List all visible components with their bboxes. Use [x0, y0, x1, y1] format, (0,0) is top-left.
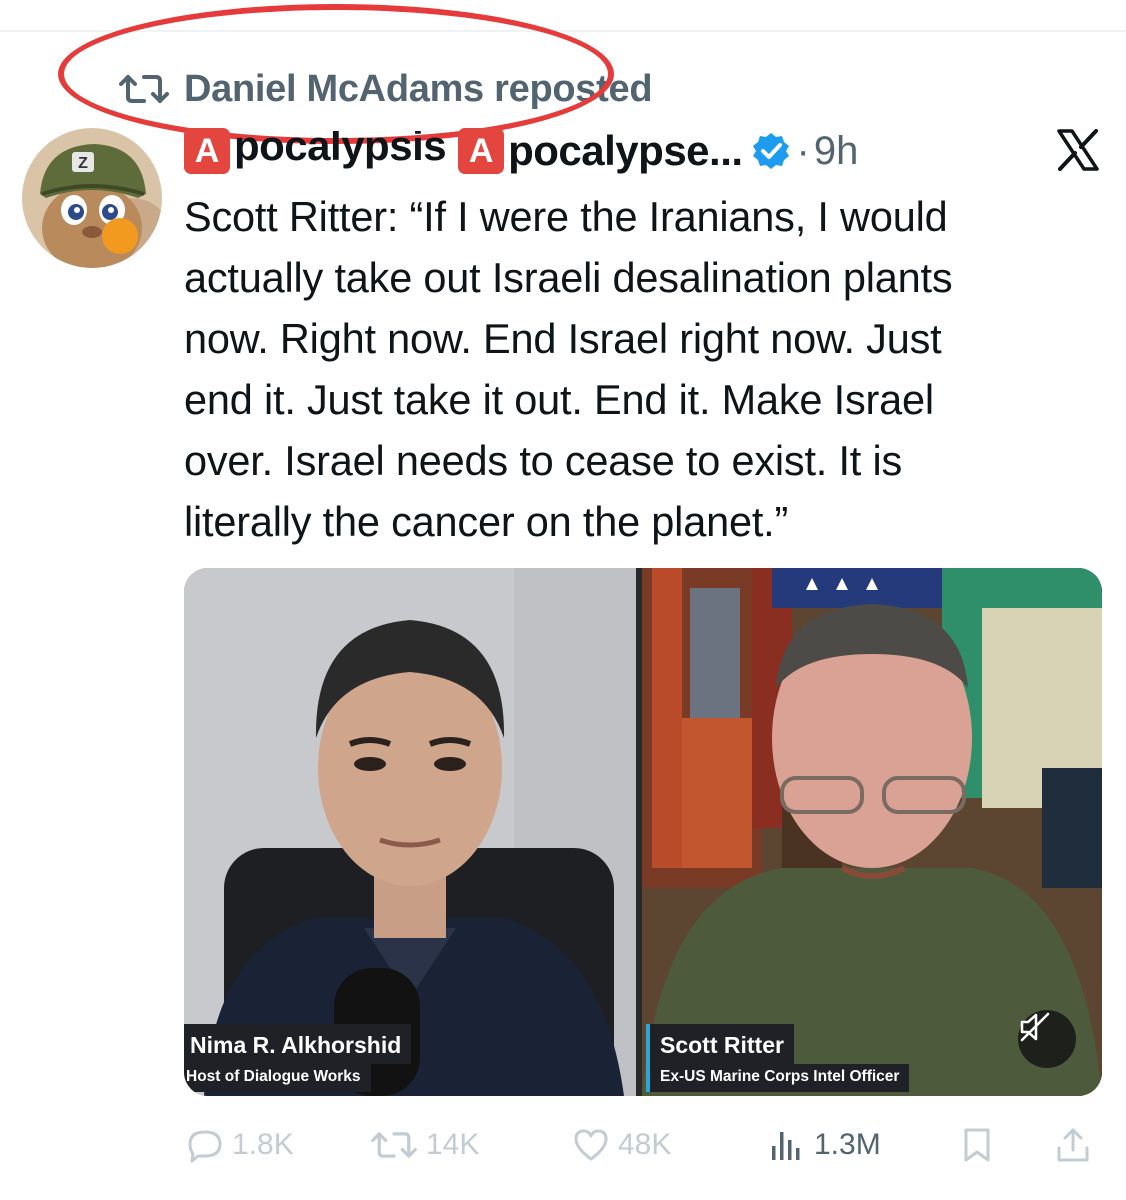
repost-count: 14K [426, 1128, 480, 1161]
mute-button[interactable] [1018, 1010, 1076, 1068]
view-count: 1.3M [814, 1128, 881, 1161]
x-logo-icon[interactable] [1056, 128, 1100, 172]
share-icon [1057, 1128, 1089, 1162]
views-icon [772, 1132, 800, 1160]
svg-text:Z: Z [78, 155, 88, 172]
host-video-frame [184, 568, 636, 1096]
emoji-a-icon: A [184, 128, 230, 174]
tweet-actions: 1.8K 14K 48K 1.3M [186, 1120, 1089, 1170]
views-button[interactable]: 1.3M [768, 1120, 881, 1170]
video-panel-guest: Scott Ritter Ex-US Marine Corps Intel Of… [642, 568, 1102, 1096]
display-name-part1[interactable]: pocalypsis [234, 131, 446, 171]
reply-button[interactable]: 1.8K [186, 1120, 294, 1170]
video-panel-host: Nima R. Alkhorshid Host of Dialogue Work… [184, 568, 636, 1096]
tweet-header: A pocalypsis A pocalypse... · 9h [184, 124, 1104, 178]
host-caption: Nima R. Alkhorshid Host of Dialogue Work… [184, 1024, 412, 1092]
reply-icon [188, 1130, 222, 1163]
like-icon [574, 1129, 608, 1161]
bookmark-button[interactable] [958, 1120, 996, 1170]
mute-icon [1020, 1012, 1050, 1042]
repost-icon [371, 1132, 417, 1158]
emoji-a-icon: A [458, 128, 505, 174]
like-count: 48K [618, 1128, 672, 1161]
host-name: Nima R. Alkhorshid [184, 1024, 412, 1064]
avatar[interactable]: Z [22, 128, 162, 268]
guest-role: Ex-US Marine Corps Intel Officer [650, 1064, 910, 1092]
avatar-image: Z [22, 128, 162, 268]
tweet-timestamp[interactable]: 9h [814, 129, 859, 174]
verified-badge-icon [752, 133, 789, 169]
host-role: Host of Dialogue Works [184, 1064, 371, 1092]
like-button[interactable]: 48K [572, 1120, 671, 1170]
reply-count: 1.8K [232, 1128, 294, 1161]
time-separator: · [796, 128, 810, 173]
tweet-text: Scott Ritter: “If I were the Iranians, I… [184, 193, 953, 545]
video-media[interactable]: Nima R. Alkhorshid Host of Dialogue Work… [184, 568, 1102, 1096]
share-button[interactable] [1054, 1120, 1092, 1170]
guest-name: Scott Ritter [650, 1024, 794, 1064]
annotation-circle [58, 4, 614, 144]
bookmark-icon [964, 1128, 990, 1162]
guest-caption: Scott Ritter Ex-US Marine Corps Intel Of… [646, 1024, 910, 1092]
display-name-part2[interactable]: pocalypse... [508, 127, 743, 175]
repost-button[interactable]: 14K [370, 1120, 479, 1170]
